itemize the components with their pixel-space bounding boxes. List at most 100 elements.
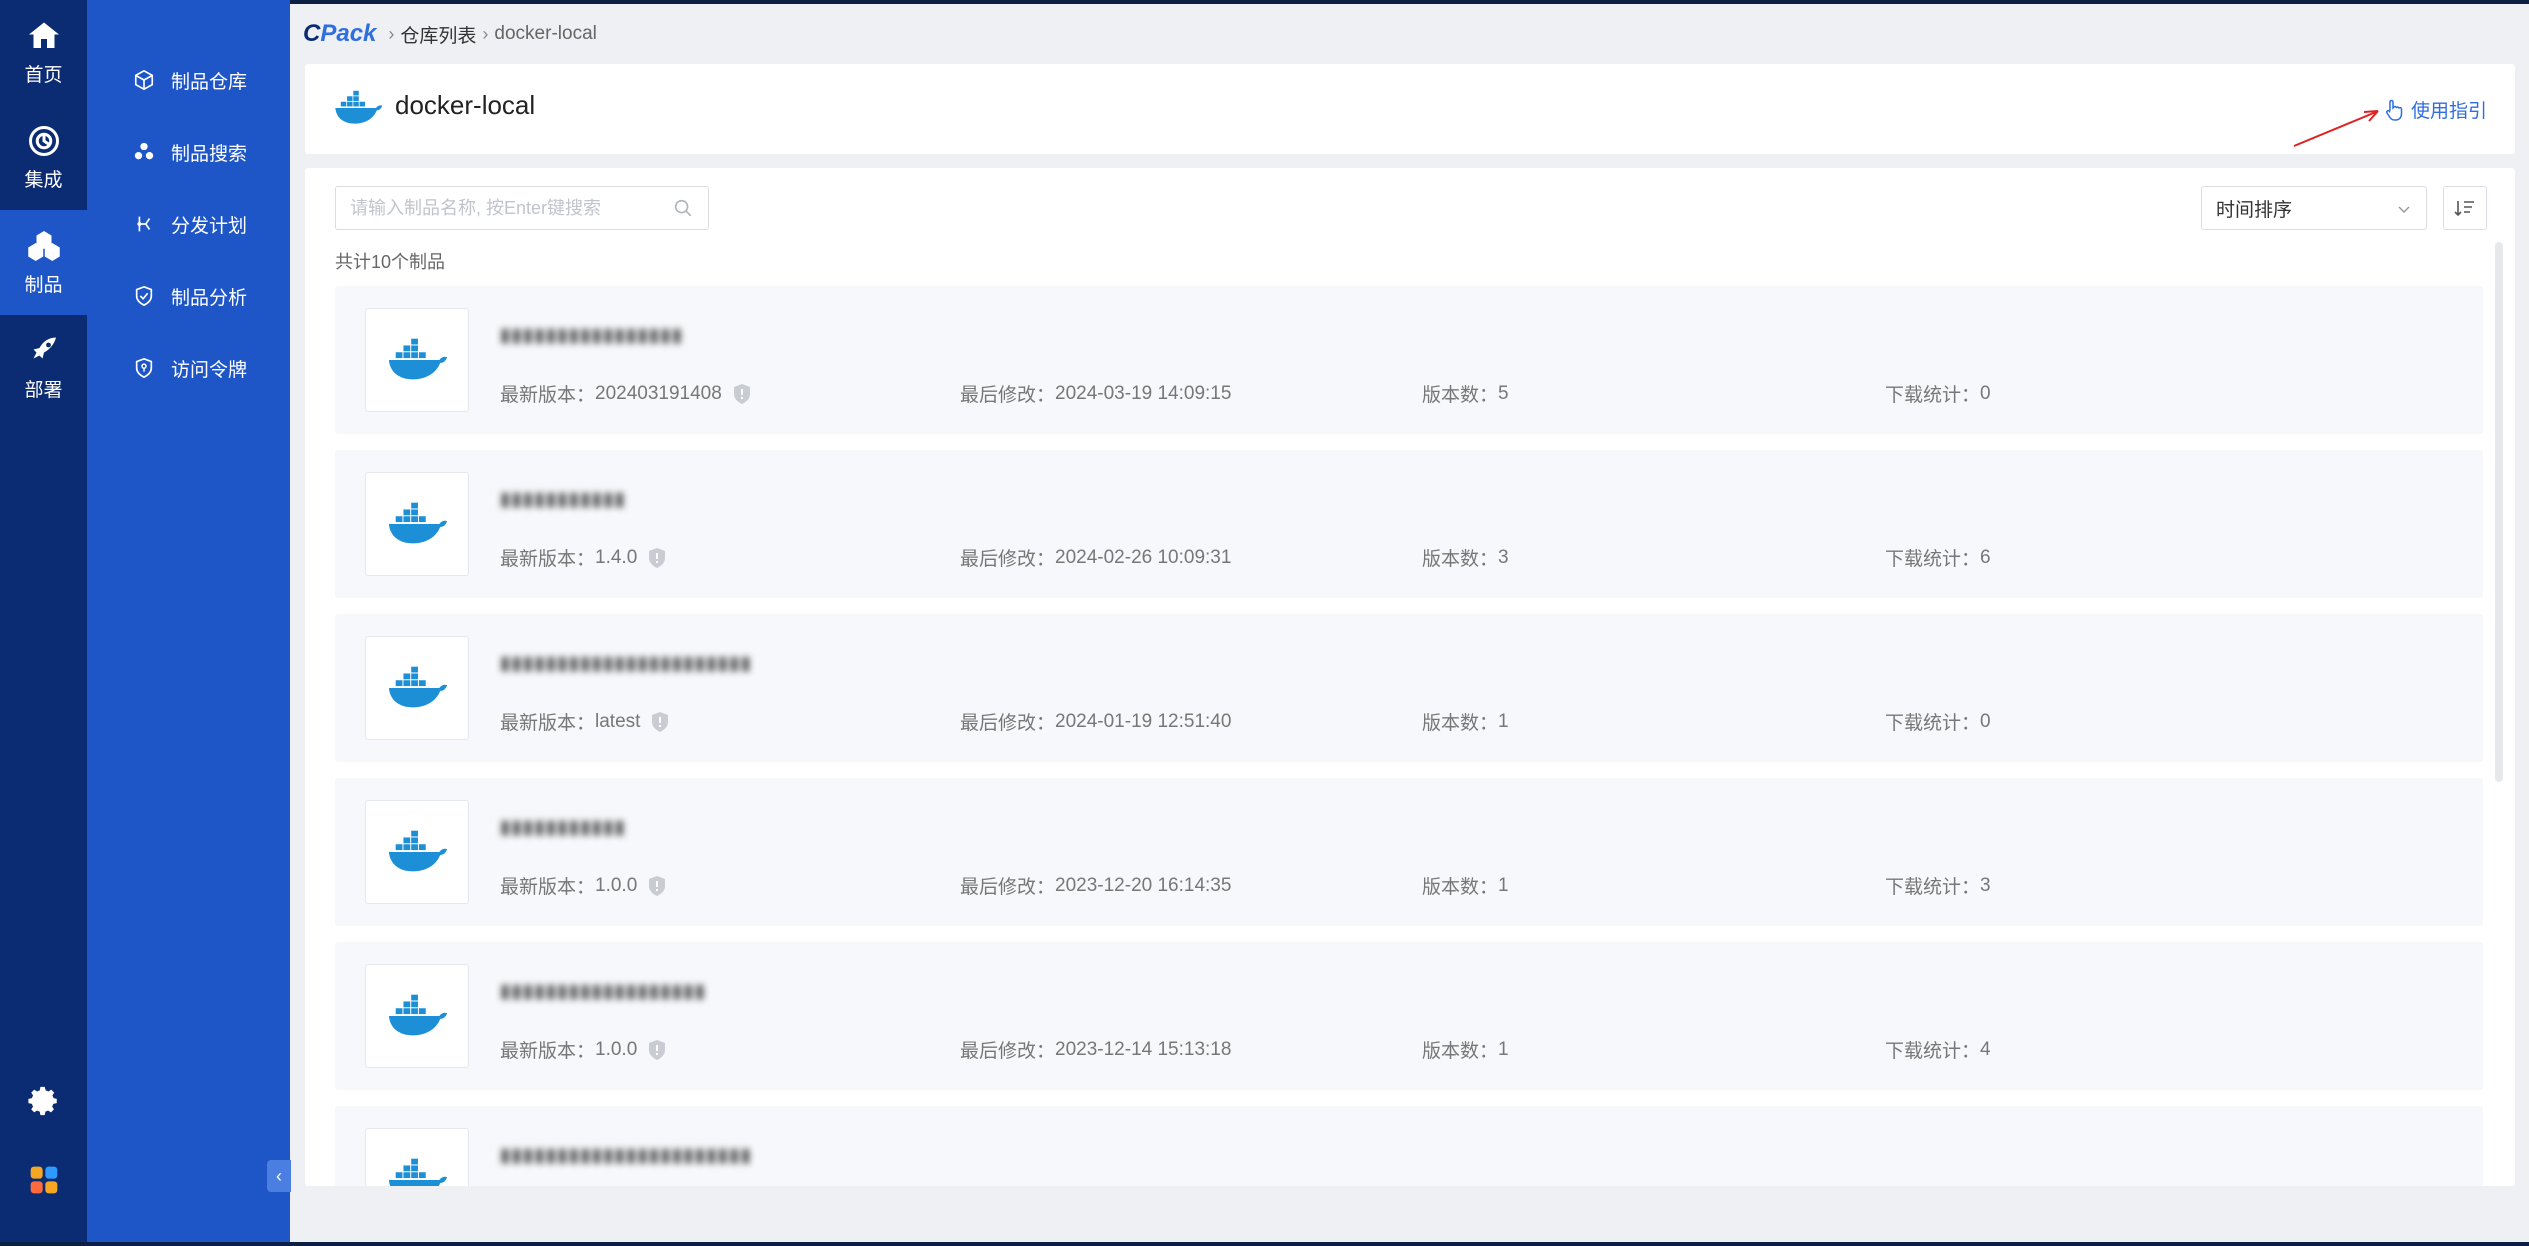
nav-integration[interactable]: 集成 xyxy=(0,105,87,210)
artifact-name[interactable]: ▮▮▮▮▮▮▮▮▮▮▮ xyxy=(500,816,626,839)
version-count-label: 版本数： xyxy=(1422,877,1499,898)
artifact-name[interactable]: ▮▮▮▮▮▮▮▮▮▮▮▮▮▮▮▮ xyxy=(500,324,683,347)
last-modified-label: 最后修改： xyxy=(960,1041,1056,1062)
last-modified-label: 最后修改： xyxy=(960,549,1056,570)
brand-logo[interactable]: CPack xyxy=(303,20,376,48)
download-stats: 下载统计： 6 xyxy=(1885,544,1991,571)
sidebar-item-label: 制品搜索 xyxy=(171,143,248,165)
artifact-thumbnail xyxy=(365,636,469,740)
apps-icon xyxy=(30,1166,57,1194)
shield-icon xyxy=(733,383,750,404)
last-modified-label: 最后修改： xyxy=(960,713,1056,734)
search-box xyxy=(335,186,709,230)
download-stats: 下载统计： 3 xyxy=(1885,872,1991,899)
sort-order-button[interactable] xyxy=(2443,186,2487,230)
sidebar-item-label: 制品分析 xyxy=(171,287,248,309)
main-nav-rail: 首页 集成 制品 部署 xyxy=(0,0,87,1246)
breadcrumb: CPack › 仓库列表 › docker-local xyxy=(303,18,597,50)
annotation-arrow xyxy=(2293,110,2379,147)
latest-version: 最新版本： 202403191408 xyxy=(500,380,752,407)
sidebar-item-token[interactable]: 访问令牌 xyxy=(87,338,290,398)
collapse-sidebar-button[interactable]: ‹ xyxy=(267,1160,291,1192)
list-item[interactable]: ▮▮▮▮▮▮▮▮▮▮▮▮▮▮▮▮▮▮ 最新版本： 1.0.0 最后修改： 202… xyxy=(335,942,2483,1090)
docker-icon xyxy=(388,994,448,1036)
sidebar-item-label: 分发计划 xyxy=(171,215,248,237)
last-modified-value: 2023-12-20 16:14:35 xyxy=(1055,874,1232,896)
cube-icon xyxy=(134,69,154,91)
list-item[interactable]: ▮▮▮▮▮▮▮▮▮▮▮ 最新版本： 1.4.0 最后修改： 2024-02-26… xyxy=(335,450,2483,598)
sort-descending-icon xyxy=(2454,201,2474,217)
artifact-name[interactable]: ▮▮▮▮▮▮▮▮▮▮▮▮▮▮▮▮▮▮▮▮▮▮ xyxy=(500,652,752,675)
sort-select[interactable]: 时间排序 xyxy=(2201,186,2427,230)
gear-icon xyxy=(27,1086,57,1116)
last-modified-value: 2024-03-19 14:09:15 xyxy=(1055,382,1232,404)
apps-button[interactable] xyxy=(0,1164,87,1196)
list-item[interactable]: ▮▮▮▮▮▮▮▮▮▮▮▮▮▮▮▮ 最新版本： 202403191408 最后修改… xyxy=(335,286,2483,434)
bottom-border xyxy=(0,1242,2529,1246)
scrollbar[interactable] xyxy=(2495,242,2503,782)
artifact-name[interactable]: ▮▮▮▮▮▮▮▮▮▮▮▮▮▮▮▮▮▮▮▮▮▮ xyxy=(500,1144,752,1167)
version-count: 版本数： 1 xyxy=(1422,1036,1509,1063)
last-modified: 最后修改： 2024-03-19 14:09:15 xyxy=(960,380,1231,407)
download-stats-value: 0 xyxy=(1980,382,1991,404)
artifact-name[interactable]: ▮▮▮▮▮▮▮▮▮▮▮ xyxy=(500,488,626,511)
chevron-left-icon: ‹ xyxy=(276,1165,282,1186)
download-stats-label: 下载统计： xyxy=(1885,877,1981,898)
latest-version-value: 1.0.0 xyxy=(595,1038,638,1060)
download-stats-label: 下载统计： xyxy=(1885,713,1981,734)
last-modified-label: 最后修改： xyxy=(960,385,1056,406)
download-stats-label: 下载统计： xyxy=(1885,549,1981,570)
latest-version-value: 1.4.0 xyxy=(595,546,638,568)
docker-icon xyxy=(335,90,383,124)
version-count-value: 5 xyxy=(1498,382,1509,404)
search-icon[interactable] xyxy=(672,197,694,219)
version-count: 版本数： 5 xyxy=(1422,380,1509,407)
list-item[interactable]: ▮▮▮▮▮▮▮▮▮▮▮▮▮▮▮▮▮▮▮▮▮▮ 最新版本： latest 最后修改… xyxy=(335,614,2483,762)
shield-icon xyxy=(649,547,666,568)
version-count-value: 1 xyxy=(1498,710,1509,732)
distribute-icon xyxy=(137,216,151,232)
docker-icon xyxy=(388,830,448,872)
total-count: 共计10个制品 xyxy=(335,252,446,272)
artifact-icon xyxy=(27,231,60,261)
sidebar-item-label: 制品仓库 xyxy=(171,71,248,93)
list-item[interactable]: ▮▮▮▮▮▮▮▮▮▮▮▮▮▮▮▮▮▮▮▮▮▮ 最新版本： 最后修改： 版本数： … xyxy=(335,1106,2483,1186)
artifact-name[interactable]: ▮▮▮▮▮▮▮▮▮▮▮▮▮▮▮▮▮▮ xyxy=(500,980,706,1003)
nav-deploy[interactable]: 部署 xyxy=(0,315,87,420)
download-stats-label: 下载统计： xyxy=(1885,1041,1981,1062)
sidebar-item-search[interactable]: 制品搜索 xyxy=(87,122,290,182)
artifact-thumbnail xyxy=(365,964,469,1068)
last-modified-label: 最后修改： xyxy=(960,877,1056,898)
version-count-value: 3 xyxy=(1498,546,1509,568)
usage-guide-label: 使用指引 xyxy=(2410,101,2487,122)
download-stats: 下载统计： 0 xyxy=(1885,708,1991,735)
sidebar-item-distribution[interactable]: 分发计划 xyxy=(87,194,290,254)
list-item[interactable]: ▮▮▮▮▮▮▮▮▮▮▮ 最新版本： 1.0.0 最后修改： 2023-12-20… xyxy=(335,778,2483,926)
version-count-label: 版本数： xyxy=(1422,549,1499,570)
sort-select-value: 时间排序 xyxy=(2216,199,2293,221)
nav-home[interactable]: 首页 xyxy=(0,0,87,105)
artifact-thumbnail xyxy=(365,308,469,412)
sidebar-item-repository[interactable]: 制品仓库 xyxy=(87,50,290,110)
sidebar-item-analysis[interactable]: 制品分析 xyxy=(87,266,290,326)
version-count-label: 版本数： xyxy=(1422,1041,1499,1062)
shield-icon xyxy=(652,711,669,732)
usage-guide-link[interactable]: 使用指引 xyxy=(2381,96,2487,123)
page-title: docker-local xyxy=(395,90,536,120)
breadcrumb-repo-list[interactable]: 仓库列表 xyxy=(400,21,476,48)
settings-button[interactable] xyxy=(0,1084,87,1118)
sidebar-item-label: 访问令牌 xyxy=(171,359,248,381)
artifact-sidebar: 制品仓库 制品搜索 分发计划 制品分析 访问令牌 xyxy=(87,0,290,1246)
latest-version-label: 最新版本： xyxy=(500,1041,596,1062)
latest-version-label: 最新版本： xyxy=(500,877,596,898)
hand-pointer-icon xyxy=(2386,99,2403,121)
last-modified: 最后修改： 2023-12-14 15:13:18 xyxy=(960,1036,1231,1063)
nav-artifact[interactable]: 制品 xyxy=(0,210,87,315)
latest-version: 最新版本： 1.0.0 xyxy=(500,1036,667,1063)
download-stats: 下载统计： 4 xyxy=(1885,1036,1991,1063)
search-input[interactable] xyxy=(350,197,672,219)
docker-icon xyxy=(388,502,448,544)
latest-version-label: 最新版本： xyxy=(500,713,596,734)
nav-deploy-label: 部署 xyxy=(24,380,63,401)
last-modified: 最后修改： 2024-02-26 10:09:31 xyxy=(960,544,1231,571)
